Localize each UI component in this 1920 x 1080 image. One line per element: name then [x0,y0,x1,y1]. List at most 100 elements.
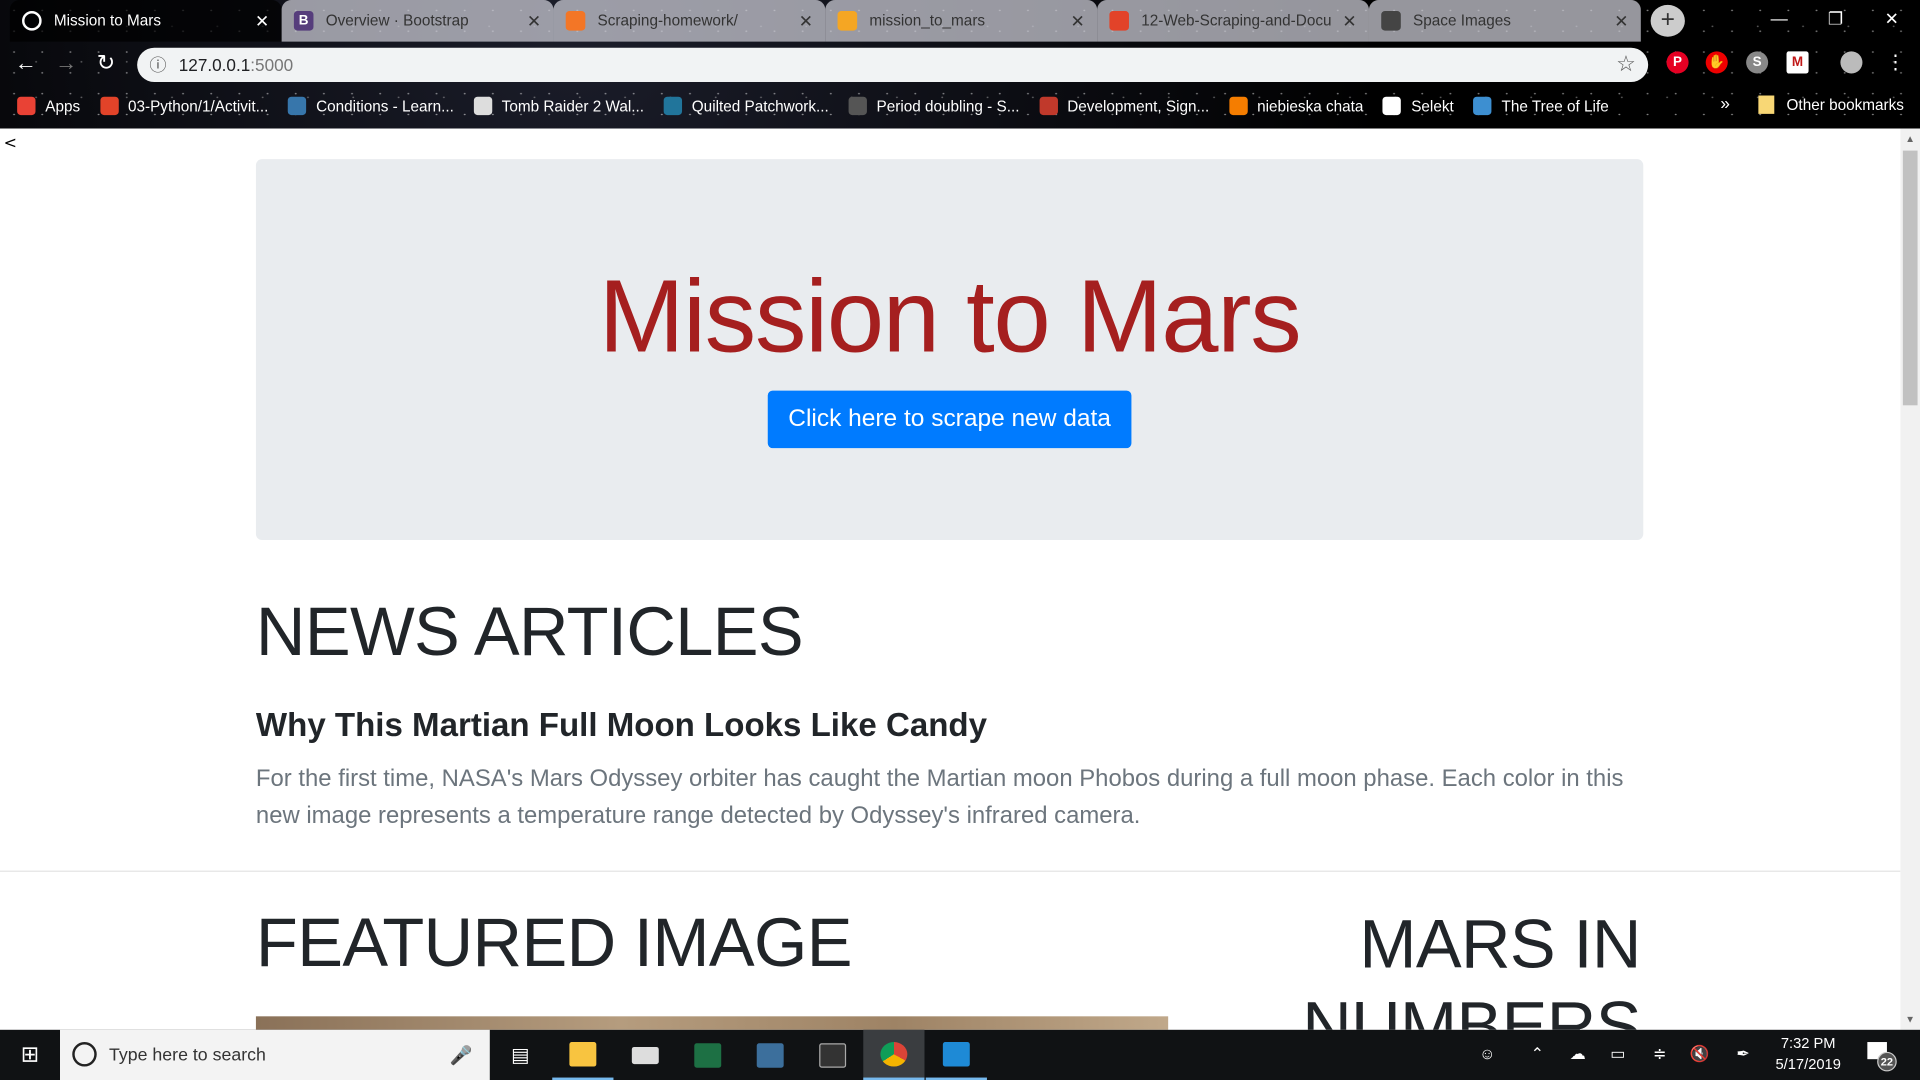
tab-title: Scraping-homework/ [597,12,738,30]
tab-overview-bootstrap[interactable]: B Overview · Bootstrap ✕ [281,0,554,42]
bookmark-label: The Tree of Life [1501,97,1609,115]
close-window-button[interactable]: ✕ [1864,0,1920,37]
info-icon[interactable]: ⓘ [149,53,166,77]
vscode-icon[interactable] [925,1030,987,1080]
mcafee-extension-icon[interactable]: M [1786,51,1809,74]
scrollbar[interactable]: ▲ ▼ [1900,128,1920,1030]
bookmark-conditions-learn-[interactable]: Conditions - Learn... [287,96,454,116]
bookmark-label: Period doubling - S... [876,97,1020,115]
url-port: :5000 [250,55,294,75]
tab-12-web-scraping-and-docu[interactable]: 12-Web-Scraping-and-Docu ✕ [1097,0,1369,42]
reload-button[interactable]: ↻ [97,50,115,76]
bookmarks-bar: Apps 03-Python/1/Activit... Conditions - L… [0,86,1920,126]
wifi-icon[interactable]: ≑ [1653,1044,1666,1064]
bookmark-development-sign-[interactable]: Development, Sign... [1039,96,1210,116]
pinterest-extension-icon[interactable]: P [1666,51,1689,74]
featured-heading: FEATURED IMAGE [255,903,853,981]
terminal-icon[interactable] [802,1030,863,1080]
task-view-icon[interactable]: ▤ [490,1030,551,1080]
minimize-button[interactable]: — [1751,0,1807,37]
bookmark-label: niebieska chata [1257,97,1364,115]
bookmark-favicon-icon [848,96,867,116]
close-tab-icon[interactable]: ✕ [1342,10,1356,31]
bookmark-favicon-icon [663,96,682,116]
show-hidden-icons[interactable]: ⌃ [1531,1044,1544,1064]
folder-icon [1758,95,1775,114]
bookmark-period-doubling-s-[interactable]: Period doubling - S... [848,96,1020,116]
bootstrap-icon: B [293,11,314,31]
gitlab-icon [1109,11,1129,31]
bookmark-03-python-1-activit-[interactable]: 03-Python/1/Activit... [99,96,269,116]
date: 5/17/2019 [1775,1055,1841,1073]
address-bar[interactable]: ⓘ 127.0.0.1:5000 ☆ [137,47,1649,83]
space-image-icon [1381,11,1401,31]
close-tab-icon[interactable]: ✕ [255,10,269,31]
tab-mission-to-mars[interactable]: mission_to_mars ✕ [825,0,1098,42]
people-icon[interactable]: ☺ [1479,1044,1495,1062]
mysql-workbench-icon[interactable] [740,1030,801,1080]
scrape-button[interactable]: Click here to scrape new data [767,390,1132,449]
onedrive-icon[interactable]: ☁ [1570,1044,1586,1064]
restore-button[interactable]: ❐ [1807,0,1863,37]
bookmark-label: Quilted Patchwork... [691,97,829,115]
menu-icon[interactable]: ⋮ [1886,50,1906,74]
bookmark-favicon-icon [17,96,36,116]
pen-icon[interactable]: ✒ [1736,1044,1749,1064]
bookmark-label: Development, Sign... [1067,97,1210,115]
back-link[interactable]: < [4,135,17,153]
globe-icon [22,11,42,31]
tab-title: mission_to_mars [869,12,986,30]
browser-chrome: Mission to Mars ✕ B Overview · Bootstrap ✕ Sc… [0,0,1920,129]
more-bookmarks-button[interactable]: » [1720,93,1730,113]
bookmark-star-icon[interactable]: ☆ [1616,51,1636,77]
start-button[interactable]: ⊞ [0,1030,60,1080]
close-tab-icon[interactable]: ✕ [799,10,813,31]
bookmark-label: Tomb Raider 2 Wal... [501,97,645,115]
adblock-extension-icon[interactable]: ✋ [1705,51,1728,74]
bookmark-label: Selekt [1411,97,1454,115]
forward-button[interactable]: → [55,50,77,76]
new-tab-button[interactable]: + [1650,4,1685,37]
bookmark-tomb-raider-2-wal-[interactable]: Tomb Raider 2 Wal... [473,96,645,116]
jupyter-icon [565,11,586,31]
bookmark-the-tree-of-life[interactable]: The Tree of Life [1473,96,1609,116]
battery-icon[interactable]: ▭ [1610,1044,1625,1064]
close-tab-icon[interactable]: ✕ [527,10,541,31]
tab-title: Overview · Bootstrap [325,12,469,30]
tab-title: Mission to Mars [53,12,162,30]
bookmark-niebieska-chata[interactable]: niebieska chata [1228,96,1364,116]
back-button[interactable]: ← [15,50,37,76]
bookmark-favicon-icon [1228,96,1248,116]
tab-mission-to-mars[interactable]: Mission to Mars ✕ [9,0,282,42]
bookmark-selekt[interactable]: Selekt [1383,96,1454,116]
clock[interactable]: 7:32 PM 5/17/2019 [1776,1033,1841,1075]
bookmark-apps[interactable]: Apps [17,96,81,116]
taskbar-search[interactable]: Type here to search 🎤 [60,1029,490,1080]
file-explorer-icon[interactable] [552,1030,614,1080]
page-content: < Mission to Mars Click here to scrape n… [0,128,1901,1030]
tab-space-images[interactable]: Space Images ✕ [1368,0,1641,42]
tab-title: 12-Web-Scraping-and-Docu [1141,12,1332,30]
page-title: Mission to Mars [598,258,1302,374]
other-bookmarks[interactable]: Other bookmarks [1758,95,1904,114]
excel-icon[interactable] [677,1030,738,1080]
bookmark-label: Apps [45,97,81,115]
chrome-icon[interactable] [863,1029,925,1080]
mail-icon[interactable] [615,1030,676,1080]
close-tab-icon[interactable]: ✕ [1071,10,1085,31]
bookmark-favicon-icon [1473,96,1492,116]
bookmark-quilted-patchwork-[interactable]: Quilted Patchwork... [663,96,829,116]
skype-extension-icon[interactable]: S [1746,51,1769,74]
close-tab-icon[interactable]: ✕ [1614,10,1628,31]
tab-scraping-homework-[interactable]: Scraping-homework/ ✕ [553,0,826,42]
featured-image[interactable] [255,1016,1169,1030]
volume-muted-icon[interactable]: 🔇 [1690,1044,1710,1064]
profile-avatar[interactable] [1840,51,1863,74]
taskbar: ⊞ Type here to search 🎤 ▤ ☺ ⌃ ☁ ▭ ≑ 🔇 ✒ … [0,1029,1920,1080]
bookmark-favicon-icon [1039,96,1058,116]
divider [0,870,1901,872]
bookmark-label: 03-Python/1/Activit... [127,97,269,115]
microphone-icon[interactable]: 🎤 [450,1044,473,1066]
action-center-button[interactable]: 22 [1867,1042,1897,1072]
search-placeholder: Type here to search [108,1045,266,1065]
